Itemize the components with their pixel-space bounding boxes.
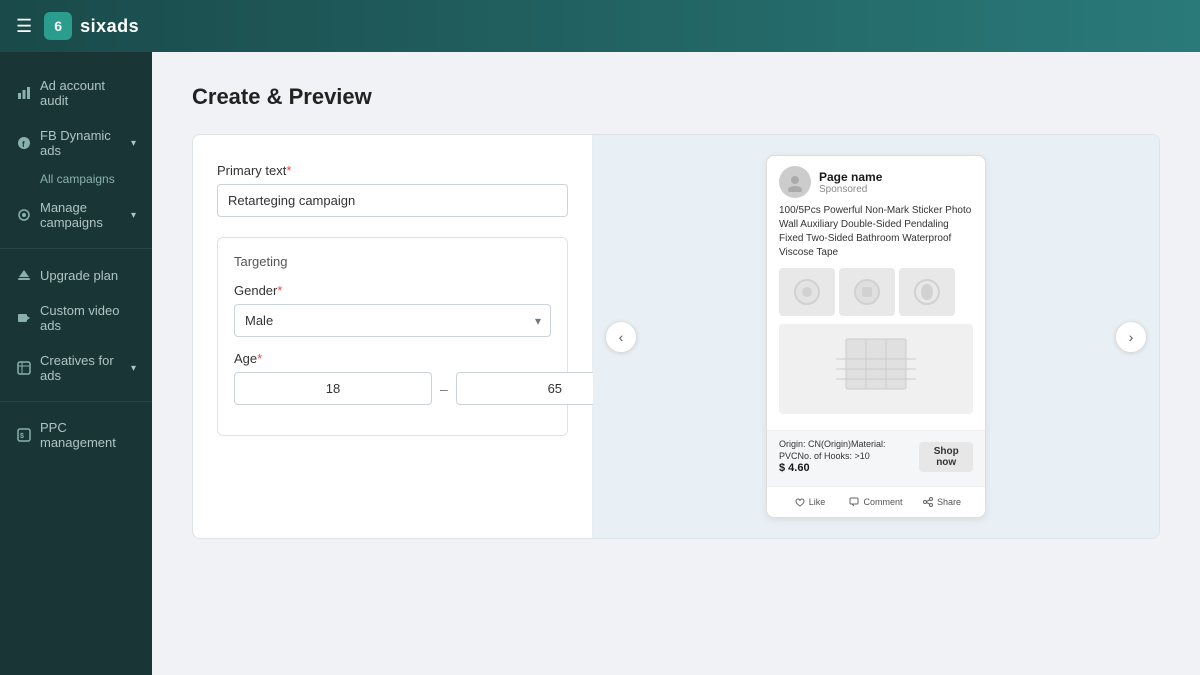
sidebar-item-label: Ad account audit <box>40 78 136 108</box>
chevron-right-icon: › <box>1129 329 1134 345</box>
topbar: ☰ 6 sixads <box>0 0 1200 52</box>
sidebar-sub-label: All campaigns <box>40 172 115 186</box>
fb-page-info: Page name Sponsored <box>819 170 973 195</box>
fb-actions: Like Comment <box>767 486 985 517</box>
avatar <box>779 166 811 198</box>
fb-ad-body: 100/5Pcs Powerful Non-Mark Sticker Photo… <box>767 204 985 430</box>
fb-comment-label: Comment <box>863 497 902 507</box>
fb-icon: f <box>16 135 32 151</box>
svg-text:f: f <box>22 140 25 149</box>
sidebar-item-creatives-for-ads[interactable]: Creatives for ads ▾ <box>0 343 152 393</box>
gender-select[interactable]: Male Female All <box>234 304 551 337</box>
fb-ad-text: 100/5Pcs Powerful Non-Mark Sticker Photo… <box>779 204 973 260</box>
logo-icon: 6 <box>44 12 72 40</box>
chevron-down-icon: ▾ <box>131 138 136 149</box>
age-separator: – <box>440 381 448 397</box>
sidebar-item-upgrade-plan[interactable]: Upgrade plan <box>0 257 152 293</box>
form-panel: Primary text* Targeting Gender* Male <box>193 135 593 538</box>
primary-text-label: Primary text* <box>217 163 568 178</box>
sidebar-item-all-campaigns[interactable]: All campaigns <box>0 168 152 190</box>
fb-main-product-image <box>779 324 973 414</box>
sidebar-item-label: FB Dynamic ads <box>40 128 123 158</box>
fb-price: $ 4.60 <box>779 462 919 474</box>
fb-share-label: Share <box>937 497 961 507</box>
fb-like-label: Like <box>809 497 826 507</box>
primary-text-field-group: Primary text* <box>217 163 568 217</box>
sidebar-item-label: Creatives for ads <box>40 353 123 383</box>
logo: 6 sixads <box>44 12 139 40</box>
age-row: – <box>234 372 551 405</box>
sidebar-item-manage-campaigns[interactable]: Manage campaigns ▾ <box>0 190 152 240</box>
fb-product-details-text: Origin: CN(Origin)Material: PVCNo. of Ho… <box>779 439 919 462</box>
age-field-group: Age* – <box>234 351 551 405</box>
sidebar-item-label: Manage campaigns <box>40 200 123 230</box>
sidebar-divider-2 <box>0 401 152 402</box>
fb-comment-button[interactable]: Comment <box>845 493 907 511</box>
sidebar-item-fb-dynamic-ads[interactable]: f FB Dynamic ads ▾ <box>0 118 152 168</box>
sidebar-item-ppc-management[interactable]: $ PPC management <box>0 410 152 460</box>
video-icon <box>16 310 32 326</box>
product-image-1 <box>779 268 835 316</box>
primary-text-input[interactable] <box>217 184 568 217</box>
age-label: Age* <box>234 351 551 366</box>
chevron-down-icon: ▾ <box>131 363 136 374</box>
svg-text:$: $ <box>20 433 24 440</box>
chevron-left-icon: ‹ <box>619 329 624 345</box>
sidebar: Ad account audit f FB Dynamic ads ▾ All … <box>0 52 152 675</box>
targeting-title: Targeting <box>234 254 551 269</box>
fb-page-name: Page name <box>819 170 973 184</box>
logo-text: sixads <box>80 16 139 37</box>
fb-like-button[interactable]: Like <box>779 493 841 511</box>
sidebar-divider <box>0 248 152 249</box>
fb-sponsored-label: Sponsored <box>819 184 973 195</box>
sidebar-item-label: PPC management <box>40 420 136 450</box>
preview-prev-button[interactable]: ‹ <box>605 321 637 353</box>
chart-icon <box>16 85 32 101</box>
gender-label: Gender* <box>234 283 551 298</box>
fb-ad-card: Page name Sponsored 100/5Pcs Powerful No… <box>766 155 986 518</box>
page-title: Create & Preview <box>192 84 1160 110</box>
product-image-2 <box>839 268 895 316</box>
fb-shop-now-button[interactable]: Shop now <box>919 442 973 472</box>
gender-field-group: Gender* Male Female All ▾ <box>234 283 551 337</box>
hamburger-button[interactable]: ☰ <box>16 16 32 37</box>
fb-share-button[interactable]: Share <box>911 493 973 511</box>
fb-ad-header: Page name Sponsored <box>767 156 985 204</box>
creative-icon <box>16 360 32 376</box>
sidebar-item-ad-account-audit[interactable]: Ad account audit <box>0 68 152 118</box>
sidebar-item-label: Upgrade plan <box>40 268 118 283</box>
upgrade-icon <box>16 267 32 283</box>
sidebar-item-label: Custom video ads <box>40 303 136 333</box>
chevron-down-icon: ▾ <box>131 210 136 221</box>
preview-panel: ‹ Page name Sponsored <box>593 135 1159 538</box>
ppc-icon: $ <box>16 427 32 443</box>
fb-product-images <box>779 268 973 316</box>
card-layout: Primary text* Targeting Gender* Male <box>192 134 1160 539</box>
preview-next-button[interactable]: › <box>1115 321 1147 353</box>
fb-product-details: Origin: CN(Origin)Material: PVCNo. of Ho… <box>767 430 985 486</box>
targeting-section: Targeting Gender* Male Female All ▾ <box>217 237 568 436</box>
gender-select-wrapper: Male Female All ▾ <box>234 304 551 337</box>
app-layout: Ad account audit f FB Dynamic ads ▾ All … <box>0 52 1200 675</box>
main-content: Create & Preview Primary text* Targeting… <box>152 52 1200 675</box>
product-image-3 <box>899 268 955 316</box>
age-min-input[interactable] <box>234 372 432 405</box>
sidebar-item-custom-video-ads[interactable]: Custom video ads <box>0 293 152 343</box>
manage-icon <box>16 207 32 223</box>
